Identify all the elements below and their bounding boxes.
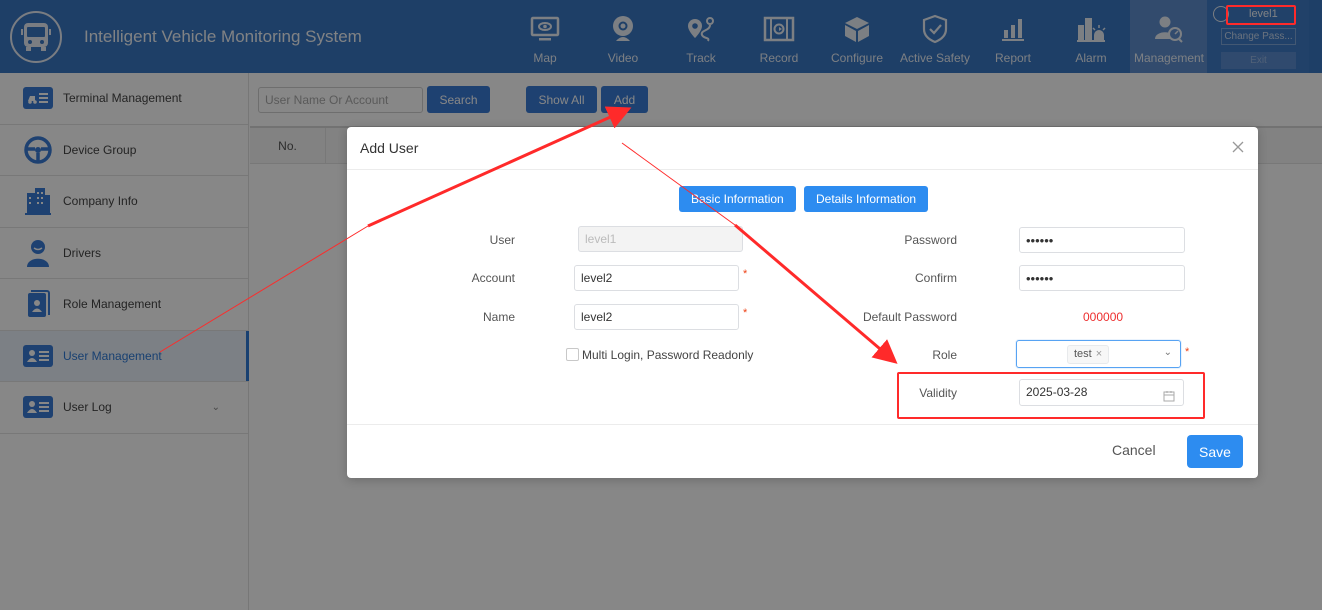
dialog-header: Add User: [347, 127, 1258, 170]
required-mark: *: [743, 268, 748, 280]
save-button[interactable]: Save: [1187, 435, 1243, 468]
multi-login-checkbox[interactable]: [566, 348, 579, 361]
dialog-footer: Cancel Save: [347, 424, 1258, 478]
password-label: Password: [904, 233, 957, 247]
account-field[interactable]: [574, 265, 739, 291]
chevron-down-icon: ⌄: [1163, 347, 1172, 358]
required-mark: *: [743, 307, 748, 319]
account-label: Account: [471, 271, 515, 285]
annotation-highlight-validity: [897, 372, 1205, 419]
confirm-password-field[interactable]: [1019, 265, 1185, 291]
password-field[interactable]: [1019, 227, 1185, 253]
default-password-value: 000000: [1083, 310, 1124, 324]
role-label: Role: [932, 348, 957, 362]
cancel-button[interactable]: Cancel: [1112, 442, 1156, 458]
role-tag: test ×: [1067, 345, 1110, 364]
tab-details-information[interactable]: Details Information: [804, 186, 929, 212]
role-tag-label: test: [1074, 348, 1092, 360]
role-select[interactable]: test × ⌄: [1016, 340, 1181, 368]
user-label: User: [489, 233, 515, 247]
user-field: [578, 226, 743, 252]
name-label: Name: [482, 310, 515, 324]
multi-login-label: Multi Login, Password Readonly: [582, 348, 754, 362]
required-mark: *: [1185, 346, 1190, 358]
tab-basic-information[interactable]: Basic Information: [679, 186, 796, 212]
confirm-label: Confirm: [914, 271, 957, 285]
default-password-label: Default Password: [862, 310, 957, 324]
add-user-dialog: Add User Basic Information Details Infor…: [347, 127, 1258, 478]
dialog-title: Add User: [360, 140, 419, 156]
close-icon[interactable]: [1230, 139, 1246, 155]
annotation-highlight-user: [1226, 5, 1296, 25]
name-field[interactable]: [574, 304, 739, 330]
remove-tag-icon[interactable]: ×: [1096, 348, 1102, 360]
